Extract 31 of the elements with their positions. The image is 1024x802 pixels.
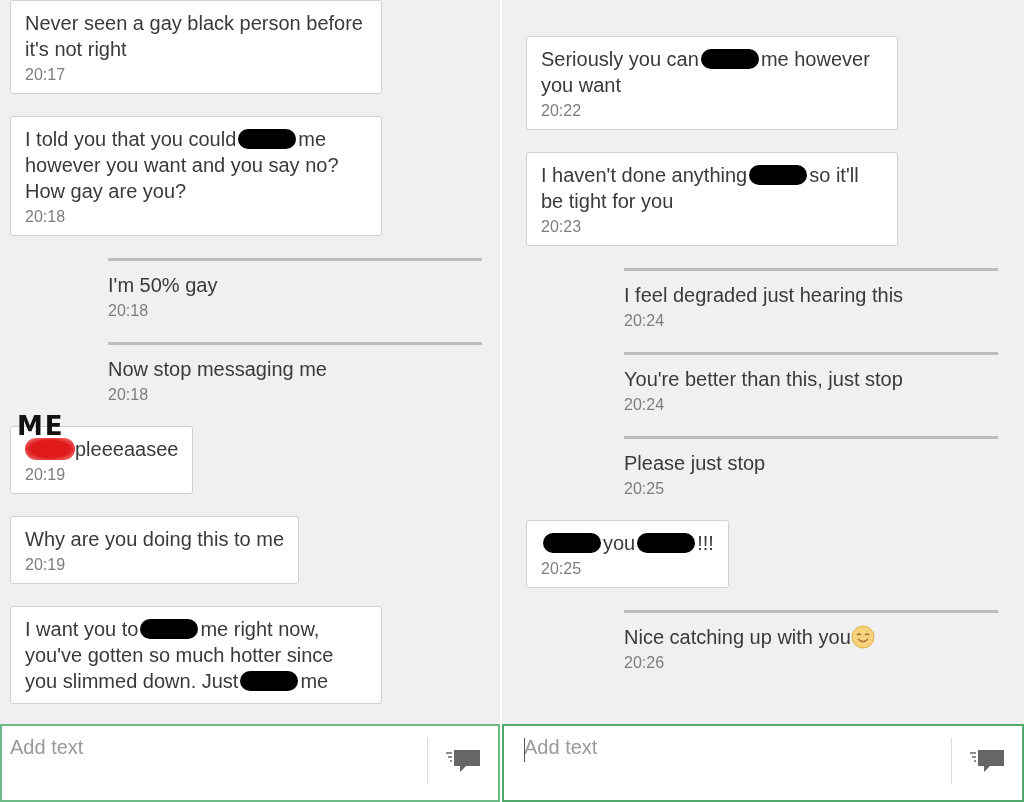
message-text: I told you that you could me however you want and you say no? How gay are you? [25, 127, 340, 204]
composer-bar[interactable]: Add text [502, 724, 1024, 802]
composer-bar[interactable]: Add text [0, 724, 500, 802]
message-time: 20:26 [624, 654, 666, 672]
message-text: Seriously you can me however you want [541, 47, 871, 98]
message-time: 20:17 [25, 66, 67, 84]
message-text: Now stop messaging me [108, 357, 328, 382]
message-time: 20:19 [25, 466, 67, 484]
message-time: 20:25 [541, 560, 583, 578]
message-text: I want you to me right now, you've gotten so much hotter since you slimmed down. Just me [25, 617, 335, 694]
message-time: 20:25 [624, 480, 666, 498]
message-text: I feel degraded just hearing this [624, 283, 905, 308]
message-input[interactable]: Add text [504, 726, 951, 769]
message-time: 20:23 [541, 218, 583, 236]
message-input[interactable]: Add text [2, 726, 427, 769]
message-text: Never seen a gay black person before it's not right [25, 11, 364, 62]
smiley-icon [850, 625, 875, 649]
message-time: 20:18 [108, 302, 150, 320]
message-time: 20:18 [108, 386, 150, 404]
message-time: 20:24 [624, 396, 666, 414]
message-text: I haven't done anything so it'll be tight for you [541, 163, 860, 214]
message-time: 20:24 [624, 312, 666, 330]
message-text: Please just stop [624, 451, 767, 476]
message-text: Why are you doing this to me [25, 527, 284, 552]
message-time: 20:18 [25, 208, 67, 226]
message-text: I'm 50% gay [108, 273, 219, 298]
message-time: 20:22 [541, 102, 583, 120]
message-time: 20:19 [25, 556, 67, 574]
message-text: You're better than this, just stop [624, 367, 904, 392]
message-text: you !!! [541, 530, 714, 556]
message-text: Nice catching up with you [624, 624, 998, 650]
